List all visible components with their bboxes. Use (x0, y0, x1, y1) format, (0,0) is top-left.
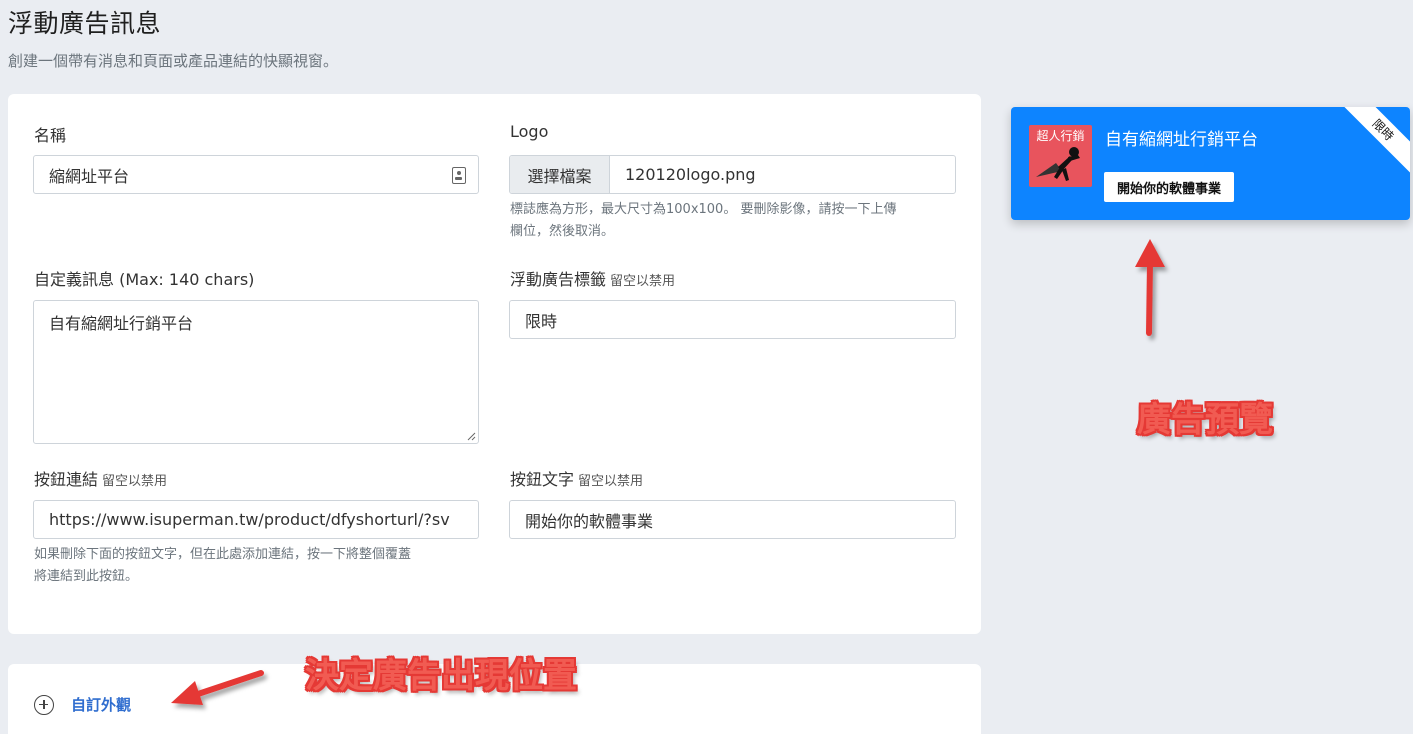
plus-circle-icon[interactable] (34, 694, 54, 715)
page-subtitle: 創建一個帶有消息和頁面或產品連結的快顯視窗。 (8, 52, 339, 70)
customize-toggle[interactable]: 自訂外觀 (34, 694, 131, 715)
button-link-label-text: 按鈕連結 (34, 470, 99, 489)
button-link-label: 按鈕連結 留空以禁用 (34, 466, 167, 490)
preview-logo: 超人行銷 (1029, 125, 1092, 187)
arrow-up-icon (1135, 239, 1165, 336)
preview-cta-button[interactable]: 開始你的軟體事業 (1104, 172, 1235, 202)
choose-file-button[interactable]: 選擇檔案 (510, 156, 610, 193)
button-link-input[interactable]: https://www.isuperman.tw/product/dfyshor… (33, 500, 479, 539)
button-text-label: 按鈕文字 留空以禁用 (510, 466, 643, 490)
message-textarea[interactable]: 自有縮網址行銷平台 (33, 300, 479, 444)
form-card: 名稱 縮網址平台 Logo 選擇檔案 120120logo.png 標誌應為方形… (8, 94, 981, 634)
button-text-input[interactable]: 開始你的軟體事業 (509, 500, 956, 539)
contact-card-icon[interactable] (452, 167, 466, 184)
superhero-icon (1036, 147, 1080, 181)
logo-label: Logo (510, 122, 549, 141)
preview-annotation: 廣告預覽 (1137, 400, 1273, 440)
logo-file-input[interactable]: 選擇檔案 120120logo.png (509, 155, 956, 194)
ribbon-input[interactable]: 限時 (509, 300, 956, 339)
message-label: 自定義訊息 (Max: 140 chars) (34, 270, 255, 289)
resize-grip-icon[interactable] (466, 431, 476, 441)
preview-message: 自有縮網址行銷平台 (1105, 130, 1258, 150)
ribbon-label-hint: 留空以禁用 (610, 274, 676, 289)
name-input[interactable]: 縮網址平台 (33, 155, 479, 194)
logo-help-line2: 欄位，然後取消。 (510, 224, 615, 239)
page-title: 浮動廣告訊息 (8, 9, 162, 38)
button-link-help-line2: 將連結到此按鈕。 (34, 569, 139, 584)
logo-help: 標誌應為方形，最大尺寸為100x100。 要刪除影像，請按一下上傳 欄位，然後取… (510, 199, 896, 243)
ribbon-input-value: 限時 (525, 311, 558, 331)
ad-preview[interactable]: 超人行銷 自有縮網址行銷平台 開始你的軟體事業 限時 (1011, 107, 1410, 220)
position-annotation: 決定廣告出現位置 (305, 656, 577, 696)
name-label: 名稱 (34, 126, 67, 145)
logo-filename: 120120logo.png (625, 165, 756, 184)
button-link-help-line1: 如果刪除下面的按鈕文字，但在此處添加連結，按一下將整個覆蓋 (34, 547, 412, 562)
button-text-label-text: 按鈕文字 (510, 470, 575, 489)
button-link-help: 如果刪除下面的按鈕文字，但在此處添加連結，按一下將整個覆蓋 將連結到此按鈕。 (34, 544, 411, 588)
button-text-label-hint: 留空以禁用 (578, 474, 644, 489)
ribbon-label-text: 浮動廣告標籤 (510, 270, 607, 289)
button-link-value: https://www.isuperman.tw/product/dfyshor… (49, 510, 450, 529)
ribbon-label: 浮動廣告標籤 留空以禁用 (510, 266, 675, 290)
message-value: 自有縮網址行銷平台 (49, 314, 194, 333)
preview-logo-text: 超人行銷 (1036, 129, 1085, 143)
name-input-value: 縮網址平台 (49, 166, 130, 186)
preview-ribbon: 限時 (1336, 107, 1410, 177)
button-link-label-hint: 留空以禁用 (102, 474, 168, 489)
logo-help-line1: 標誌應為方形，最大尺寸為100x100。 要刪除影像，請按一下上傳 (510, 202, 897, 217)
arrow-left-icon (171, 670, 264, 705)
customize-link[interactable]: 自訂外觀 (71, 694, 131, 715)
button-text-value: 開始你的軟體事業 (525, 511, 654, 531)
